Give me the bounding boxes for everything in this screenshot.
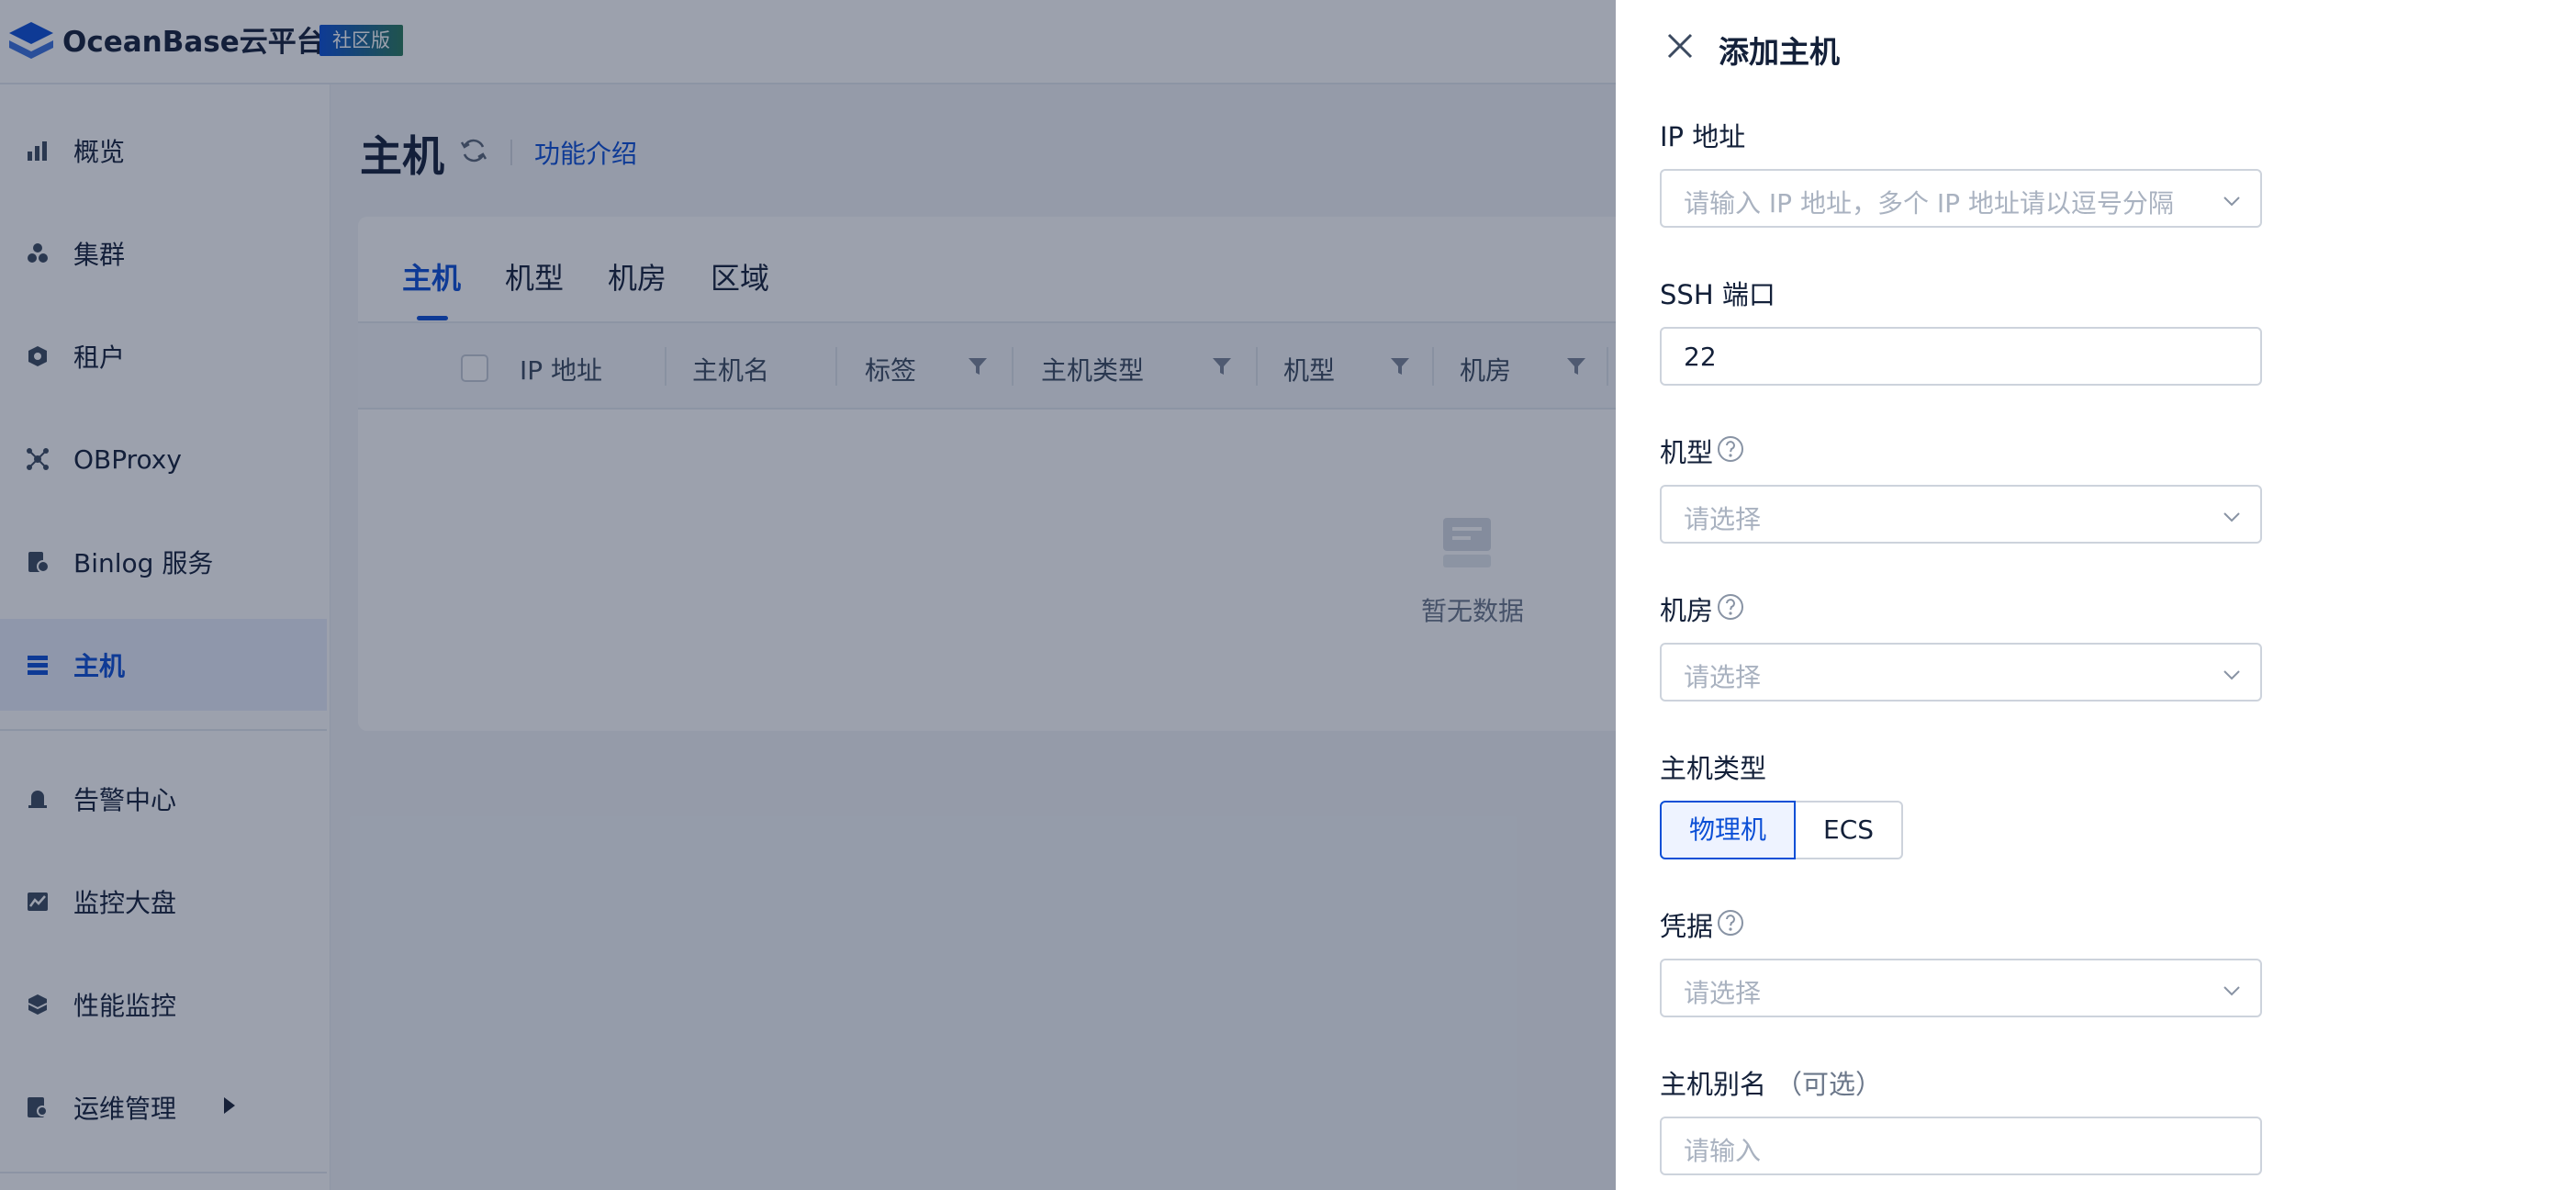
help-icon[interactable]	[1717, 909, 1744, 937]
idc-label: 机房	[1660, 595, 1714, 626]
credential-placeholder: 请选择	[1684, 978, 1762, 1008]
close-icon[interactable]	[1665, 31, 1695, 61]
chevron-down-icon	[2223, 670, 2240, 680]
help-icon[interactable]	[1717, 593, 1744, 621]
chevron-down-icon	[2223, 512, 2240, 522]
add-host-drawer: 添加主机 IP 地址 请输入 IP 地址，多个 IP 地址请以逗号分隔 SSH …	[1616, 0, 2576, 1190]
host-type-ecs-option[interactable]: ECS	[1796, 801, 1904, 859]
host-type-physical-option[interactable]: 物理机	[1660, 801, 1797, 859]
machine-type-placeholder: 请选择	[1684, 504, 1762, 534]
idc-placeholder: 请选择	[1684, 662, 1762, 692]
host-alias-placeholder: 请输入	[1684, 1136, 1762, 1166]
host-alias-label: 主机别名 （可选）	[1660, 1063, 1882, 1102]
credential-label: 凭据	[1660, 911, 1714, 942]
ssh-port-label: SSH 端口	[1660, 279, 1775, 310]
ip-address-placeholder: 请输入 IP 地址，多个 IP 地址请以逗号分隔	[1684, 188, 2174, 219]
help-icon[interactable]	[1717, 435, 1744, 463]
ip-address-select[interactable]: 请输入 IP 地址，多个 IP 地址请以逗号分隔	[1660, 169, 2262, 228]
host-type-radio-group: 物理机 ECS	[1660, 801, 1904, 859]
host-type-label: 主机类型	[1660, 753, 1767, 784]
host-alias-label-text: 主机别名	[1660, 1069, 1767, 1100]
machine-type-select[interactable]: 请选择	[1660, 485, 2262, 544]
optional-hint: （可选）	[1775, 1069, 1883, 1100]
ssh-port-input[interactable]: 22	[1660, 327, 2262, 386]
ip-address-label: IP 地址	[1660, 121, 1746, 152]
machine-type-label: 机型	[1660, 437, 1714, 468]
ssh-port-value: 22	[1684, 342, 1717, 372]
host-alias-input[interactable]: 请输入	[1660, 1117, 2262, 1175]
drawer-title: 添加主机	[1719, 34, 1840, 70]
app-root: OceanBase云平台 社区版 概览 集群 租户 OBProxy Binlog…	[0, 0, 2576, 1190]
chevron-down-icon	[2223, 196, 2240, 207]
credential-select[interactable]: 请选择	[1660, 959, 2262, 1017]
chevron-down-icon	[2223, 986, 2240, 996]
idc-select[interactable]: 请选择	[1660, 643, 2262, 702]
